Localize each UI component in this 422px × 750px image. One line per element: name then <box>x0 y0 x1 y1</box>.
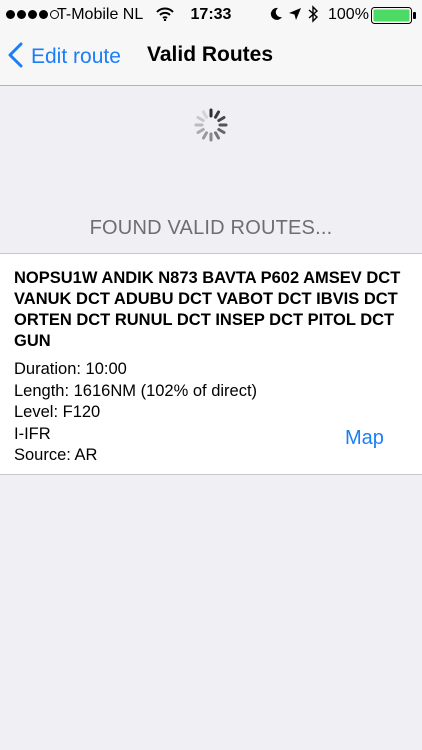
chevron-left-icon <box>8 42 23 73</box>
map-button[interactable]: Map <box>345 427 384 450</box>
status-bar: T-Mobile NL 17:33 100% <box>0 0 422 30</box>
status-message: FOUND VALID ROUTES... <box>89 217 333 239</box>
screen: T-Mobile NL 17:33 100% Edit route Valid … <box>0 0 422 750</box>
route-flight-rules: I-IFR <box>14 424 51 443</box>
route-source: Source: AR <box>14 446 98 464</box>
location-icon <box>288 7 302 26</box>
route-level: Level: F120 <box>14 403 101 421</box>
route-string: NOPSU1W ANDIK N873 BAVTA P602 AMSEV DCT … <box>14 269 401 350</box>
battery-icon <box>371 7 417 29</box>
bluetooth-icon <box>307 5 319 28</box>
navigation-bar: Edit route Valid Routes <box>0 30 422 86</box>
route-length: Length: 1616NM (102% of direct) <box>14 381 258 400</box>
back-button[interactable]: Edit route <box>8 40 121 74</box>
route-result-cell[interactable]: NOPSU1W ANDIK N873 BAVTA P602 AMSEV DCT … <box>0 253 422 475</box>
battery-percentage: 100% <box>328 6 369 23</box>
page-title: Valid Routes <box>147 43 274 66</box>
route-details: Duration: 10:00 Length: 1616NM (102% of … <box>14 359 257 467</box>
route-duration: Duration: 10:00 <box>14 360 127 378</box>
back-button-label: Edit route <box>31 45 121 68</box>
activity-spinner-icon <box>192 106 230 149</box>
moon-icon <box>269 7 283 26</box>
